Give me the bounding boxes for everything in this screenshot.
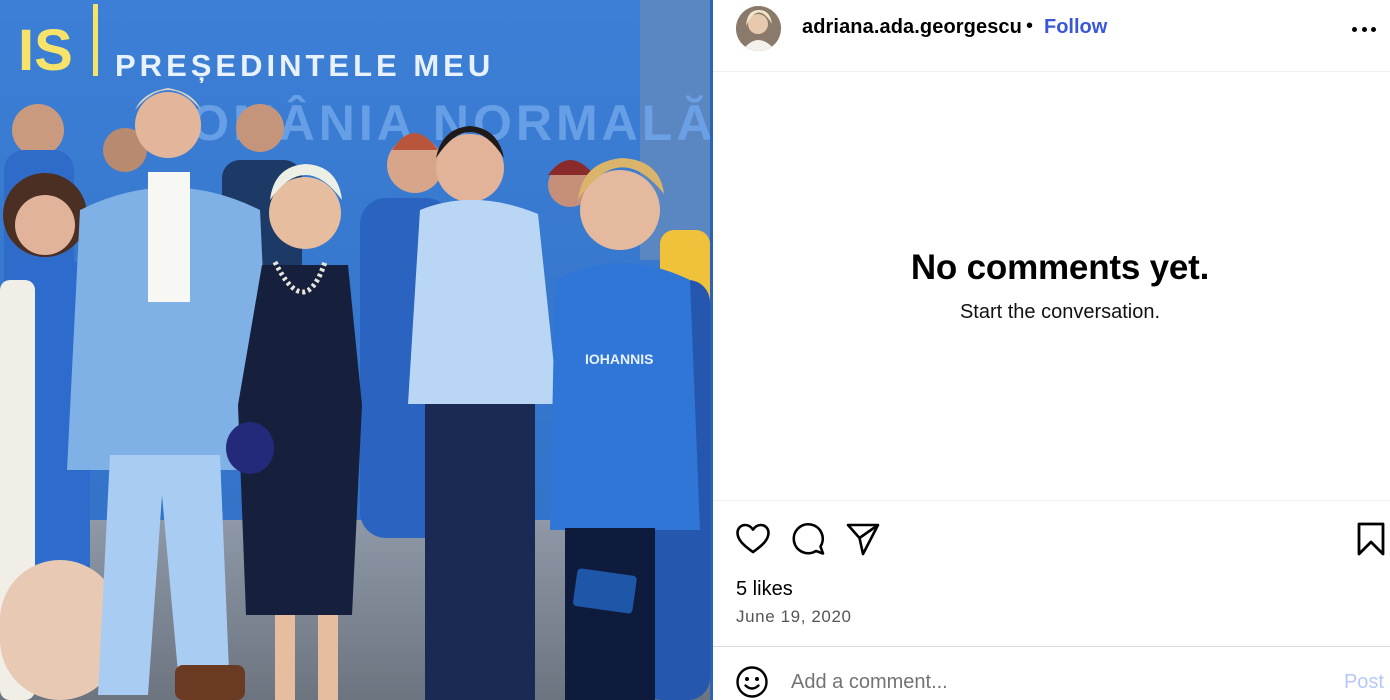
more-dot [1361,26,1367,32]
no-comments-title: No comments yet. [910,248,1210,287]
post-comment-button[interactable]: Post [1344,671,1384,694]
comment-input[interactable] [791,665,1311,699]
post-photo[interactable]: IS PREȘEDINTELE MEU ROMÂNIA NORMALĂ IOHA… [0,0,710,700]
header-separator: • [1026,15,1034,37]
likes-count[interactable]: 5 likes [736,578,793,601]
avatar-image [736,6,781,51]
bookmark-icon[interactable] [1353,521,1389,557]
polo-shirt-text: IOHANNIS [585,351,653,367]
no-comments-subtitle: Start the conversation. [959,301,1161,323]
comments-area: No comments yet. Start the conversation. [713,72,1390,500]
more-dot [1352,26,1357,32]
share-icon[interactable] [845,521,881,557]
photo-illustration: IS PREȘEDINTELE MEU ROMÂNIA NORMALĂ IOHA… [0,0,710,700]
follow-button[interactable]: Follow [1044,16,1107,39]
post-date[interactable]: June 19, 2020 [736,607,852,627]
more-options-icon[interactable] [1350,18,1378,40]
comment-bar: Post [713,646,1390,700]
comment-icon[interactable] [790,521,826,557]
post-username[interactable]: adriana.ada.georgescu [802,16,1022,39]
heart-icon[interactable] [735,521,771,557]
post-header: adriana.ada.georgescu • Follow [713,0,1390,72]
post-side-panel: adriana.ada.georgescu • Follow No commen… [713,0,1390,700]
post-actions: 5 likes June 19, 2020 [713,500,1390,648]
emoji-icon[interactable] [735,665,769,699]
banner-line1: PREȘEDINTELE MEU [115,48,494,83]
profile-avatar[interactable] [736,6,781,51]
banner-logo-text: IS [18,18,73,83]
more-dot [1371,26,1376,32]
